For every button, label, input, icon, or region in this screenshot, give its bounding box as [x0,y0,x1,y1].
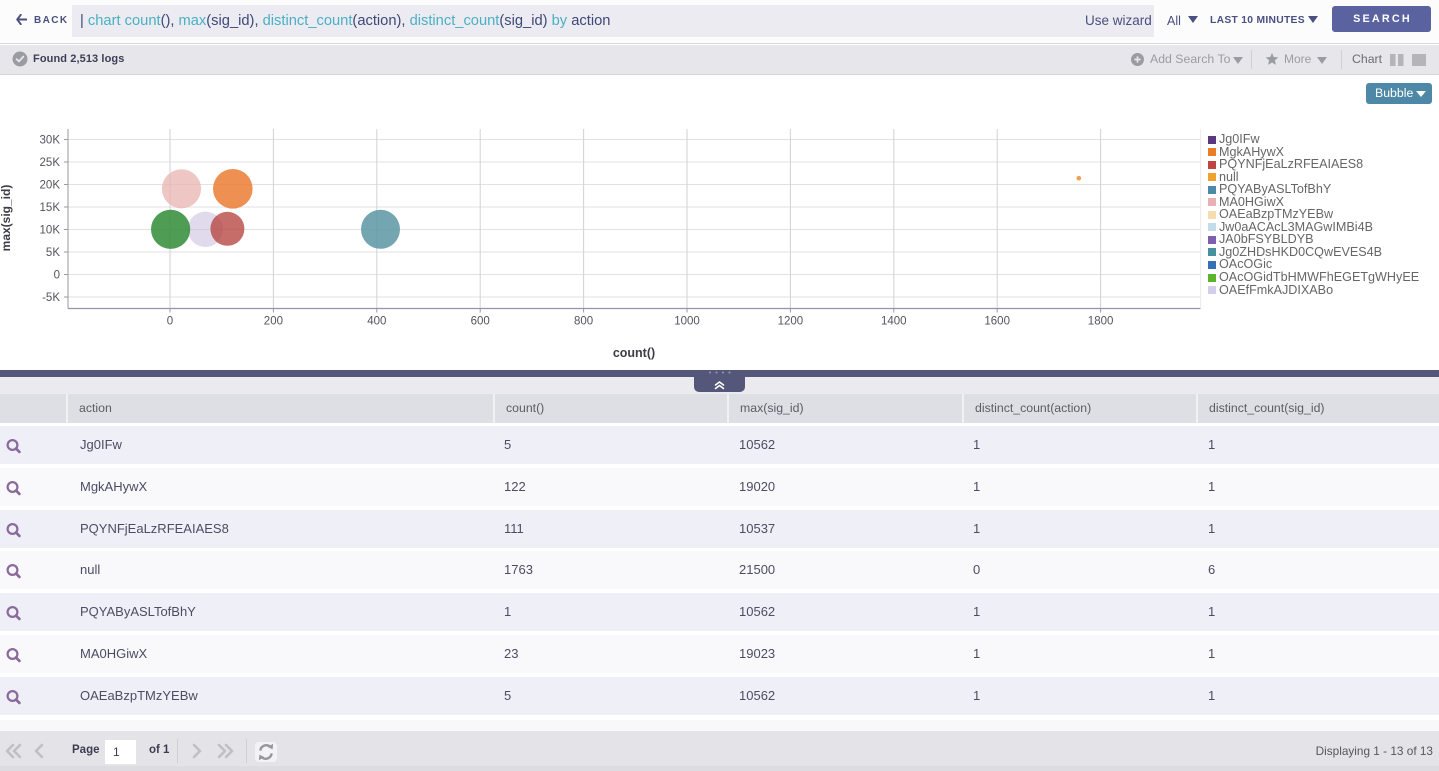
svg-text:200: 200 [264,316,283,328]
svg-text:800: 800 [574,316,593,328]
svg-text:0: 0 [54,269,60,281]
svg-text:25K: 25K [40,157,61,169]
svg-text:-5K: -5K [42,292,60,304]
svg-text:1800: 1800 [1088,316,1114,328]
svg-text:5K: 5K [46,247,60,259]
svg-text:1600: 1600 [984,316,1010,328]
svg-text:10K: 10K [40,224,61,236]
svg-text:30K: 30K [40,134,61,146]
svg-text:600: 600 [471,316,490,328]
svg-text:400: 400 [367,316,386,328]
svg-text:20K: 20K [40,179,61,191]
svg-text:1200: 1200 [778,316,804,328]
svg-text:1400: 1400 [881,316,907,328]
svg-text:0: 0 [167,316,173,328]
svg-text:1000: 1000 [674,316,700,328]
svg-text:15K: 15K [40,202,61,214]
